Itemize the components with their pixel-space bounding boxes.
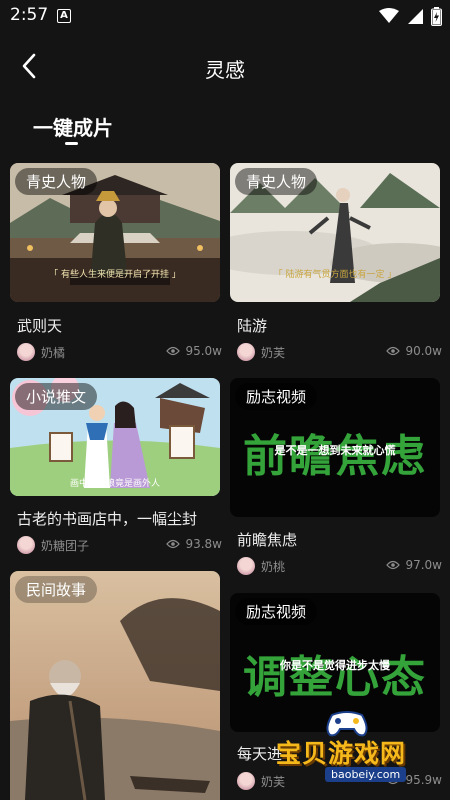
eye-icon	[386, 560, 401, 570]
card-title: 陆游	[237, 317, 268, 335]
card-meta: 奶糖团子 93.8w	[17, 536, 222, 554]
notification-icon: A	[57, 9, 71, 23]
status-time: 2:57	[10, 5, 49, 25]
battery-icon	[431, 6, 442, 26]
card-title: 前瞻焦虑	[237, 531, 298, 549]
site-watermark: 宝贝游戏网 baobeiy.com	[270, 707, 445, 792]
avatar	[237, 557, 255, 575]
category-tag: 青史人物	[235, 168, 318, 195]
video-card[interactable]: 前瞻焦虑 是不是一想到未来就心慌 励志视频 前瞻焦虑 奶桃 97.0w	[230, 378, 442, 578]
author-name: 奶橘	[41, 346, 66, 360]
signal-icon	[408, 9, 423, 24]
card-title: 古老的书画店中，一幅尘封	[17, 510, 198, 528]
eye-icon	[166, 539, 181, 549]
old-man-story-image	[10, 571, 220, 800]
avatar	[237, 772, 255, 790]
eye-icon	[386, 346, 401, 356]
author-name: 奶糖团子	[41, 539, 90, 553]
video-card[interactable]: 「 有些人生来便是开启了开挂 」 青史人物 武则天 奶橘 95.0w	[10, 163, 222, 363]
view-count: 95.0w	[185, 344, 222, 358]
card-title: 武则天	[17, 317, 63, 335]
view-count: 93.8w	[185, 537, 222, 551]
section-underline	[65, 142, 78, 145]
view-count: 90.0w	[405, 344, 442, 358]
video-card[interactable]: 「 陆游有气贯方面也有一定 」 青史人物 陆游 奶芙 90.0w	[230, 163, 442, 363]
status-bar: 2:57 A	[0, 0, 450, 32]
card-thumbnail: 「 陆游有气贯方面也有一定 」 青史人物	[230, 163, 440, 302]
overlay-headline: 调整心态	[243, 652, 427, 703]
wifi-icon	[379, 8, 399, 23]
category-tag: 青史人物	[15, 168, 98, 195]
card-meta: 奶芙 90.0w	[237, 343, 442, 361]
video-card[interactable]: 民间故事	[10, 571, 220, 800]
video-caption: 「 有些人生来便是开启了开挂 」	[49, 270, 181, 280]
video-caption: 画中的姑娘竟是画外人	[69, 479, 160, 489]
card-meta: 奶橘 95.0w	[17, 343, 222, 361]
author-name: 奶桃	[261, 560, 286, 574]
card-meta: 奶桃 97.0w	[237, 557, 442, 575]
card-thumbnail: 「 有些人生来便是开启了开挂 」 青史人物	[10, 163, 220, 302]
author-name: 奶芙	[261, 346, 286, 360]
category-tag: 民间故事	[15, 576, 98, 603]
eye-icon	[166, 346, 181, 356]
overlay-subtitle: 是不是一想到未来就心慌	[274, 444, 396, 457]
card-thumbnail: 前瞻焦虑 是不是一想到未来就心慌 励志视频	[230, 378, 440, 517]
video-caption: 「 陆游有气贯方面也有一定 」	[273, 270, 397, 280]
category-tag: 励志视频	[235, 598, 318, 625]
video-card[interactable]: 画中的姑娘竟是画外人 小说推文 古老的书画店中，一幅尘封 奶糖团子 93.8w	[10, 378, 222, 558]
page-title: 灵感	[205, 58, 245, 82]
view-count: 97.0w	[405, 558, 442, 572]
avatar	[237, 343, 255, 361]
watermark-url: baobeiy.com	[325, 767, 407, 782]
overlay-subtitle: 你是不是觉得进步太慢	[280, 659, 390, 672]
watermark-text: 宝贝游戏网	[276, 739, 407, 768]
card-thumbnail: 民间故事	[10, 571, 220, 800]
category-tag: 励志视频	[235, 383, 318, 410]
avatar	[17, 536, 35, 554]
section-title[interactable]: 一键成片	[33, 112, 113, 141]
avatar	[17, 343, 35, 361]
category-tag: 小说推文	[15, 383, 98, 410]
card-thumbnail: 画中的姑娘竟是画外人 小说推文	[10, 378, 220, 496]
